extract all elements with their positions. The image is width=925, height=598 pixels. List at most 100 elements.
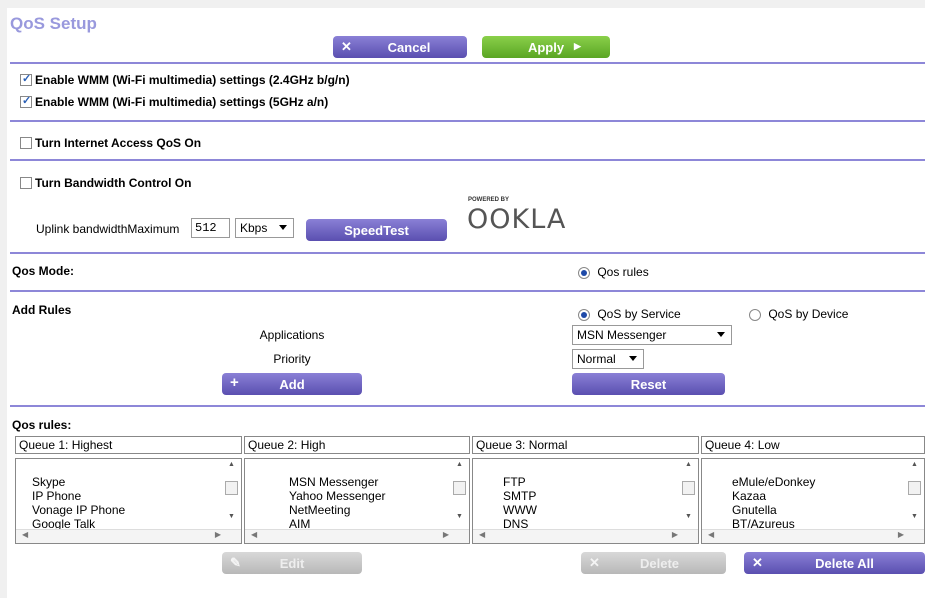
add-label: Add [279,376,305,392]
horizontal-scrollbar[interactable]: ◀ ▶ [473,529,698,543]
scroll-down-icon[interactable]: ▼ [228,513,235,520]
edit-button[interactable]: ✎ Edit [222,552,362,574]
scroll-left-icon[interactable]: ◀ [22,530,28,539]
delete-label: Delete [639,555,680,571]
qos-by-device-row[interactable]: QoS by Device [749,307,848,321]
queue-1-header: Queue 1: Highest [15,436,242,454]
vertical-scrollbar[interactable]: ▲ ▼ [453,461,467,527]
scroll-up-icon[interactable]: ▲ [228,461,235,468]
list-item[interactable]: Skype [32,475,125,489]
queue-4-list[interactable]: eMule/eDonkey Kazaa Gnutella BT/Azureus … [701,458,925,544]
list-item[interactable]: NetMeeting [289,503,386,517]
scroll-thumb[interactable] [225,481,238,495]
vertical-scrollbar[interactable]: ▲ ▼ [908,461,922,527]
list-item[interactable]: Vonage IP Phone [32,503,125,517]
plus-icon: + [230,374,239,391]
queue-4-items: eMule/eDonkey Kazaa Gnutella BT/Azureus [732,475,815,531]
scroll-right-icon[interactable]: ▶ [443,530,449,539]
vertical-scrollbar[interactable]: ▲ ▼ [682,461,696,527]
scroll-thumb[interactable] [908,481,921,495]
add-button[interactable]: + Add [222,373,362,395]
scroll-down-icon[interactable]: ▼ [911,513,918,520]
wmm-24-row: Enable WMM (Wi-Fi multimedia) settings (… [20,72,350,87]
reset-label: Reset [630,376,667,392]
scroll-left-icon[interactable]: ◀ [251,530,257,539]
qos-by-service-radio[interactable] [578,308,590,321]
speedtest-label: SpeedTest [344,222,409,238]
wmm-5-label: Enable WMM (Wi-Fi multimedia) settings (… [35,95,329,109]
list-item[interactable]: WWW [503,503,537,517]
scroll-right-icon[interactable]: ▶ [672,530,678,539]
qos-by-service-row[interactable]: QoS by Service [578,307,681,321]
horizontal-scrollbar[interactable]: ◀ ▶ [245,529,469,543]
uplink-label: Uplink bandwidthMaximum [36,222,180,236]
speedtest-button[interactable]: SpeedTest [306,219,447,241]
qos-by-service-label: QoS by Service [597,307,681,321]
qos-rules-radio-row[interactable]: Qos rules [578,265,649,279]
queue-1-items: Skype IP Phone Vonage IP Phone Google Ta… [32,475,125,531]
internet-qos-label: Turn Internet Access QoS On [35,136,202,150]
chevron-down-icon [717,332,725,337]
left-bar [0,8,7,598]
list-item[interactable]: eMule/eDonkey [732,475,815,489]
priority-select[interactable]: Normal [572,349,644,369]
cancel-button[interactable]: ✕ Cancel [333,36,467,58]
applications-select[interactable]: MSN Messenger [572,325,732,345]
list-item[interactable]: IP Phone [32,489,125,503]
wmm-5-checkbox[interactable] [20,94,32,108]
list-item[interactable]: Yahoo Messenger [289,489,386,503]
scroll-left-icon[interactable]: ◀ [479,530,485,539]
scroll-right-icon[interactable]: ▶ [215,530,221,539]
divider [10,120,925,122]
unit-select[interactable]: Kbps [235,218,294,238]
queue-2-list[interactable]: MSN Messenger Yahoo Messenger NetMeeting… [244,458,470,544]
uplink-input[interactable]: 512 [191,218,230,238]
scroll-right-icon[interactable]: ▶ [898,530,904,539]
powered-by-label: POWERED BY [468,197,510,203]
queue-3-list[interactable]: FTP SMTP WWW DNS ▲ ▼ ◀ ▶ [472,458,699,544]
scroll-down-icon[interactable]: ▼ [456,513,463,520]
scroll-thumb[interactable] [453,481,466,495]
horizontal-scrollbar[interactable]: ◀ ▶ [702,529,924,543]
pencil-icon: ✎ [230,555,241,570]
applications-label: Applications [259,328,325,342]
qos-by-device-radio[interactable] [749,308,761,321]
wmm-24-checkbox[interactable] [20,72,32,86]
divider [10,290,925,292]
list-item[interactable]: SMTP [503,489,537,503]
list-item[interactable]: Kazaa [732,489,815,503]
delete-button[interactable]: ✕ Delete [581,552,726,574]
scroll-up-icon[interactable]: ▲ [456,461,463,468]
vertical-scrollbar[interactable]: ▲ ▼ [225,461,239,527]
internet-qos-checkbox[interactable] [20,137,32,149]
edit-label: Edit [279,555,305,571]
scroll-thumb[interactable] [682,481,695,495]
applications-value: MSN Messenger [577,328,667,342]
bandwidth-label: Turn Bandwidth Control On [35,176,192,190]
wmm-24-label: Enable WMM (Wi-Fi multimedia) settings (… [35,73,350,87]
scroll-up-icon[interactable]: ▲ [911,461,918,468]
close-icon: ✕ [752,555,763,570]
reset-button[interactable]: Reset [572,373,725,395]
qos-by-device-label: QoS by Device [768,307,849,321]
queue-3-header: Queue 3: Normal [472,436,699,454]
internet-qos-row: Turn Internet Access QoS On [20,136,201,150]
horizontal-scrollbar[interactable]: ◀ ▶ [16,529,241,543]
play-icon: ▶ [574,41,581,51]
bandwidth-checkbox[interactable] [20,177,32,189]
list-item[interactable]: MSN Messenger [289,475,386,489]
list-item[interactable]: Gnutella [732,503,815,517]
scroll-left-icon[interactable]: ◀ [708,530,714,539]
scroll-down-icon[interactable]: ▼ [685,513,692,520]
apply-button[interactable]: Apply ▶ [482,36,610,58]
delete-all-button[interactable]: ✕ Delete All [744,552,925,574]
qos-rules-radio[interactable] [578,266,590,279]
apply-label: Apply [527,39,565,55]
list-item[interactable]: FTP [503,475,537,489]
queue-1-list[interactable]: Skype IP Phone Vonage IP Phone Google Ta… [15,458,242,544]
cancel-label: Cancel [387,39,431,55]
unit-value: Kbps [240,221,268,235]
qos-rules-label: Qos rules: [12,418,72,432]
queue-2-header: Queue 2: High [244,436,470,454]
scroll-up-icon[interactable]: ▲ [685,461,692,468]
